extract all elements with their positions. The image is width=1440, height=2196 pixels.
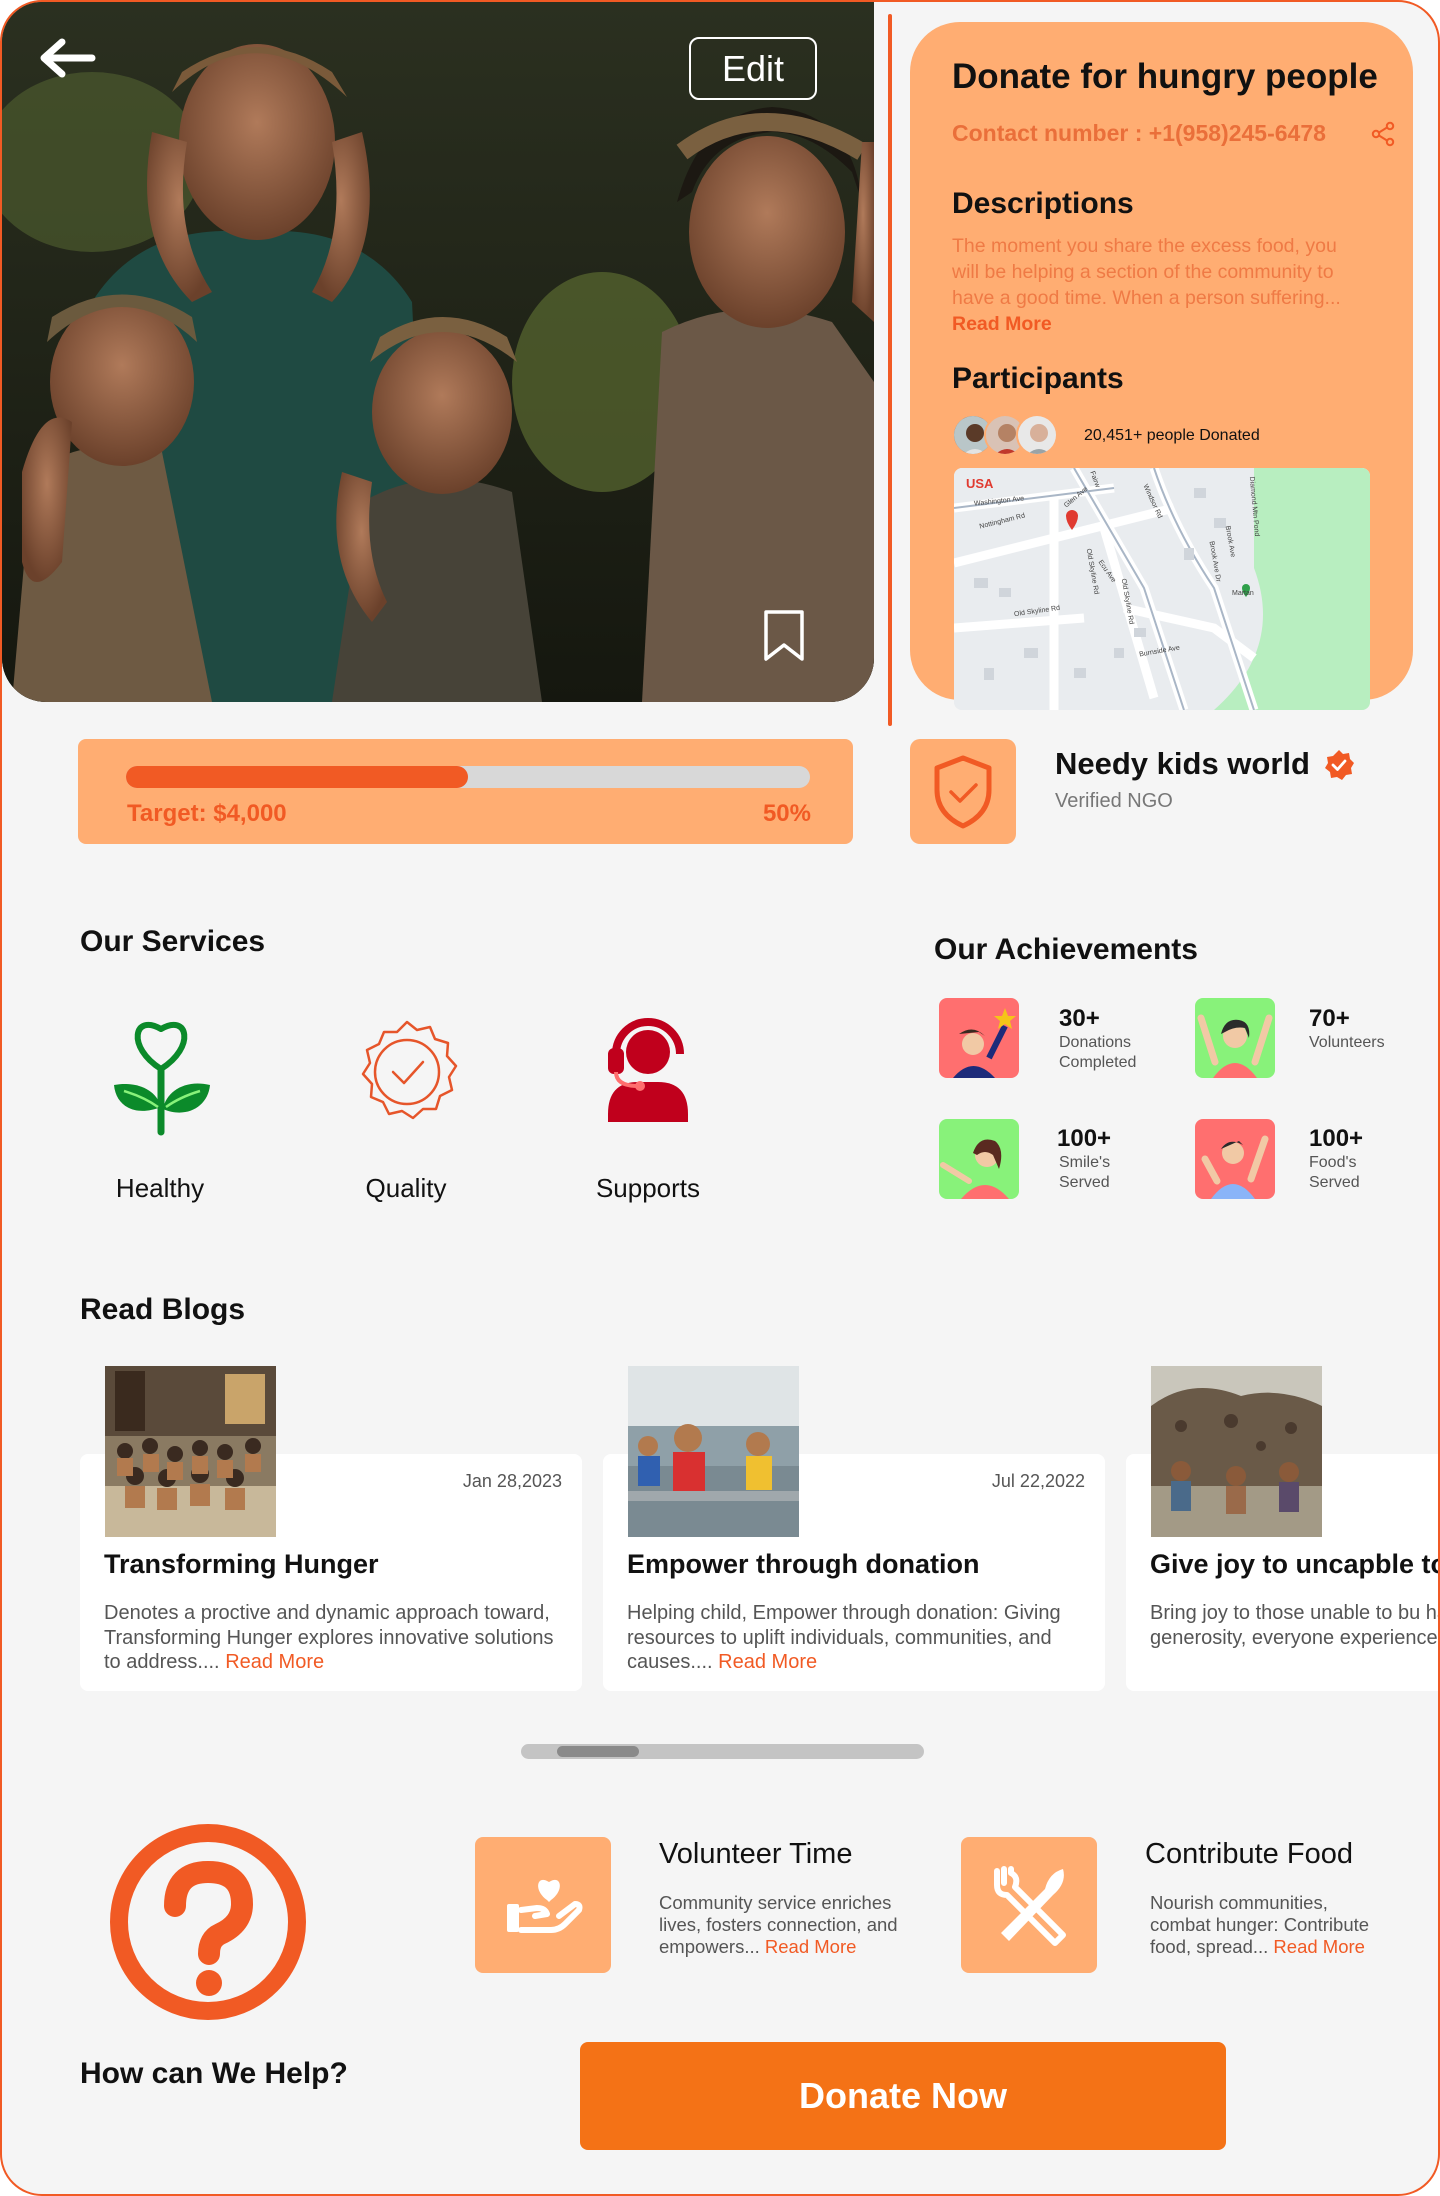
help-heading: How can We Help? [80,2057,348,2090]
verified-badge-icon [1325,750,1354,780]
description-read-more-link[interactable]: Read More [952,313,1052,335]
location-map[interactable]: USA Washington Ave Nottingham Rd Glen Av… [954,468,1370,710]
progress-track [126,766,810,788]
blog-read-more-link[interactable]: Read More [225,1651,324,1673]
service-quality[interactable] [324,989,489,1154]
ngo-name[interactable]: Needy kids world [1055,746,1310,782]
achievement-food-text: Food's Served [1309,1153,1360,1193]
achievement-line: Served [1059,1174,1110,1191]
achievement-line: Served [1309,1174,1360,1191]
blog-thumbnail [1151,1366,1322,1537]
back-button[interactable] [38,38,108,98]
target-amount: Target: $4,000 [127,800,287,827]
blog-read-more-link[interactable]: Read More [718,1651,817,1673]
descriptions-heading: Descriptions [952,187,1134,220]
achievement-line: Smile's [1059,1154,1111,1171]
achievement-line: Completed [1059,1054,1137,1071]
achievement-smiles-number: 100+ [1057,1125,1112,1152]
hand-heart-icon [507,1879,583,1933]
blog-thumbnail [628,1366,799,1537]
volunteer-time-read-more-link[interactable]: Read More [765,1936,857,1957]
blog-title: Empower through donation [627,1549,980,1579]
achievement-line: Volunteers [1309,1034,1385,1051]
blog-title: Give joy to uncapble to [1150,1549,1440,1579]
progress-percent: 50% [762,800,811,827]
blog-excerpt-text: Denotes a proctive and dynamic approach … [104,1602,554,1673]
blogs-heading: Read Blogs [80,1293,246,1326]
app-frame: Edit Donate for hungry people Contact nu… [0,0,1440,2196]
campaign-title: Donate for hungry people [952,57,1378,96]
hero-photo-art [2,2,874,702]
blogs-scrollbar[interactable] [521,1744,924,1759]
service-healthy-label: Healthy [115,1173,205,1203]
achievement-donations-text: Donations Completed [1059,1033,1136,1073]
map-country-label: USA [966,476,994,491]
services-heading: Our Services [80,925,266,958]
contribute-food-text: Nourish communities, combat hunger: Cont… [1150,1892,1390,1958]
blog-date: Jan 28,2023 [462,1471,562,1491]
participants-heading: Participants [952,362,1124,395]
achievement-volunteers-text: Volunteers [1309,1033,1385,1053]
blog-excerpt: Bring joy to those unable to bu happines… [1150,1602,1440,1649]
achievement-smiles-illustration [939,1119,1019,1199]
shield-check-icon [934,755,992,828]
contribute-food-title: Contribute Food [1145,1838,1353,1870]
contribute-food-icon-tile[interactable] [961,1837,1097,1973]
heart-plant-icon [113,1021,210,1135]
fundraising-progress-card: Target: $4,000 50% [78,739,853,844]
service-quality-label: Quality [365,1173,447,1203]
achievement-donations-number: 30+ [1059,1005,1100,1032]
question-mark-icon [110,1824,306,2020]
ngo-badge [910,739,1016,844]
service-supports[interactable] [565,989,730,1154]
blog-excerpt-text: Helping child, Empower through donation:… [627,1602,1061,1673]
blog-date: Jul 22,2022 [991,1471,1085,1491]
fork-knife-icon [994,1866,1066,1946]
map-street-label: Martan [1232,590,1254,597]
scrollbar-thumb[interactable] [557,1746,639,1757]
achievement-volunteers-illustration [1195,998,1275,1078]
achievement-donations-illustration [939,998,1019,1078]
blog-excerpt: Denotes a proctive and dynamic approach … [104,1601,564,1675]
blog-thumbnail [105,1366,276,1537]
contact-number: Contact number : +1(958)245-6478 [952,120,1326,146]
description-body: The moment you share the excess food, yo… [952,235,1341,309]
bookmark-icon [764,610,804,661]
hero-photo: Edit [2,2,874,702]
achievement-smiles-text: Smile's Served [1059,1153,1110,1193]
bookmark-button[interactable] [762,609,806,663]
contribute-food-read-more-link[interactable]: Read More [1273,1936,1365,1957]
achievement-food-illustration [1195,1119,1275,1199]
share-icon[interactable] [1370,121,1396,147]
donated-count: 20,451+ people Donated [1084,427,1260,444]
blog-excerpt: Helping child, Empower through donation:… [627,1601,1087,1675]
avatar [1016,414,1058,456]
progress-fill [126,766,468,788]
participant-avatars [952,414,1072,458]
donate-now-button[interactable]: Donate Now [580,2042,1226,2150]
campaign-info-card: Donate for hungry people Contact number … [910,22,1413,710]
achievement-volunteers-number: 70+ [1309,1005,1350,1032]
blog-title: Transforming Hunger [104,1549,379,1579]
description-text: The moment you share the excess food, yo… [952,233,1362,337]
map-art [954,468,1370,710]
achievement-line: Food's [1309,1154,1357,1171]
ngo-verified-label: Verified NGO [1055,790,1173,812]
arrow-left-icon [40,38,96,78]
volunteer-time-icon-tile[interactable] [475,1837,611,1973]
achievements-heading: Our Achievements [934,933,1198,966]
service-healthy[interactable] [78,989,243,1154]
achievement-food-number: 100+ [1309,1125,1364,1152]
volunteer-time-title: Volunteer Time [659,1838,853,1870]
vertical-divider [888,14,892,726]
edit-button[interactable]: Edit [689,37,817,100]
support-headset-icon [607,1017,688,1122]
service-supports-label: Supports [595,1173,701,1203]
volunteer-time-text: Community service enriches lives, foster… [659,1892,929,1958]
achievement-line: Donations [1059,1034,1132,1051]
quality-seal-icon [361,1020,457,1119]
